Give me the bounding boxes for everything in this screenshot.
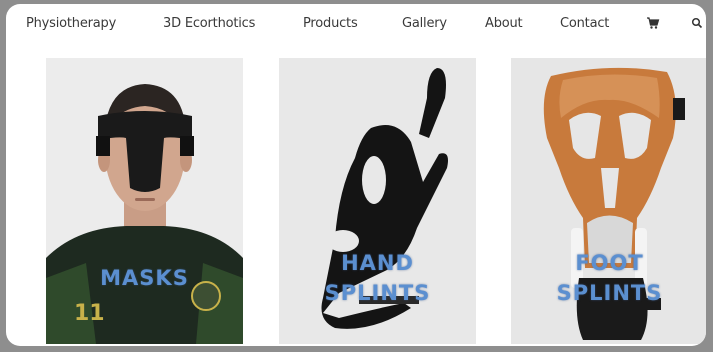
hand-splints-label-line2: SPLINTS [324, 281, 431, 305]
masks-label-line1: MASKS [100, 266, 189, 290]
nav-3d-ecorthotics[interactable]: 3D Ecorthotics [163, 16, 255, 31]
search-icon[interactable] [691, 15, 703, 34]
foot-splints-label[interactable]: FOOT SPLINTS [511, 248, 706, 308]
product-card-masks[interactable]: 11 MASKS [46, 58, 243, 344]
mask-product-image: 11 [46, 58, 243, 344]
nav-about[interactable]: About [485, 16, 523, 31]
product-card-foot-splints[interactable]: FOOT SPLINTS [511, 58, 706, 344]
hand-splints-label-line1: HAND [341, 251, 414, 275]
nav-products[interactable]: Products [303, 16, 358, 31]
product-card-hand-splints[interactable]: HAND SPLINTS [279, 58, 476, 344]
nav-contact[interactable]: Contact [560, 16, 609, 31]
browser-frame: Physiotherapy 3D Ecorthotics Products Ga… [6, 4, 706, 346]
cart-icon[interactable] [646, 15, 660, 34]
foot-splints-label-line1: FOOT [575, 251, 644, 275]
hand-splints-label[interactable]: HAND SPLINTS [279, 248, 476, 308]
foot-splints-label-line2: SPLINTS [556, 281, 663, 305]
nav-gallery[interactable]: Gallery [402, 16, 447, 31]
nav-physiotherapy[interactable]: Physiotherapy [26, 16, 116, 31]
top-navigation: Physiotherapy 3D Ecorthotics Products Ga… [6, 4, 706, 44]
svg-text:11: 11 [74, 301, 105, 326]
masks-label[interactable]: MASKS [46, 263, 243, 293]
